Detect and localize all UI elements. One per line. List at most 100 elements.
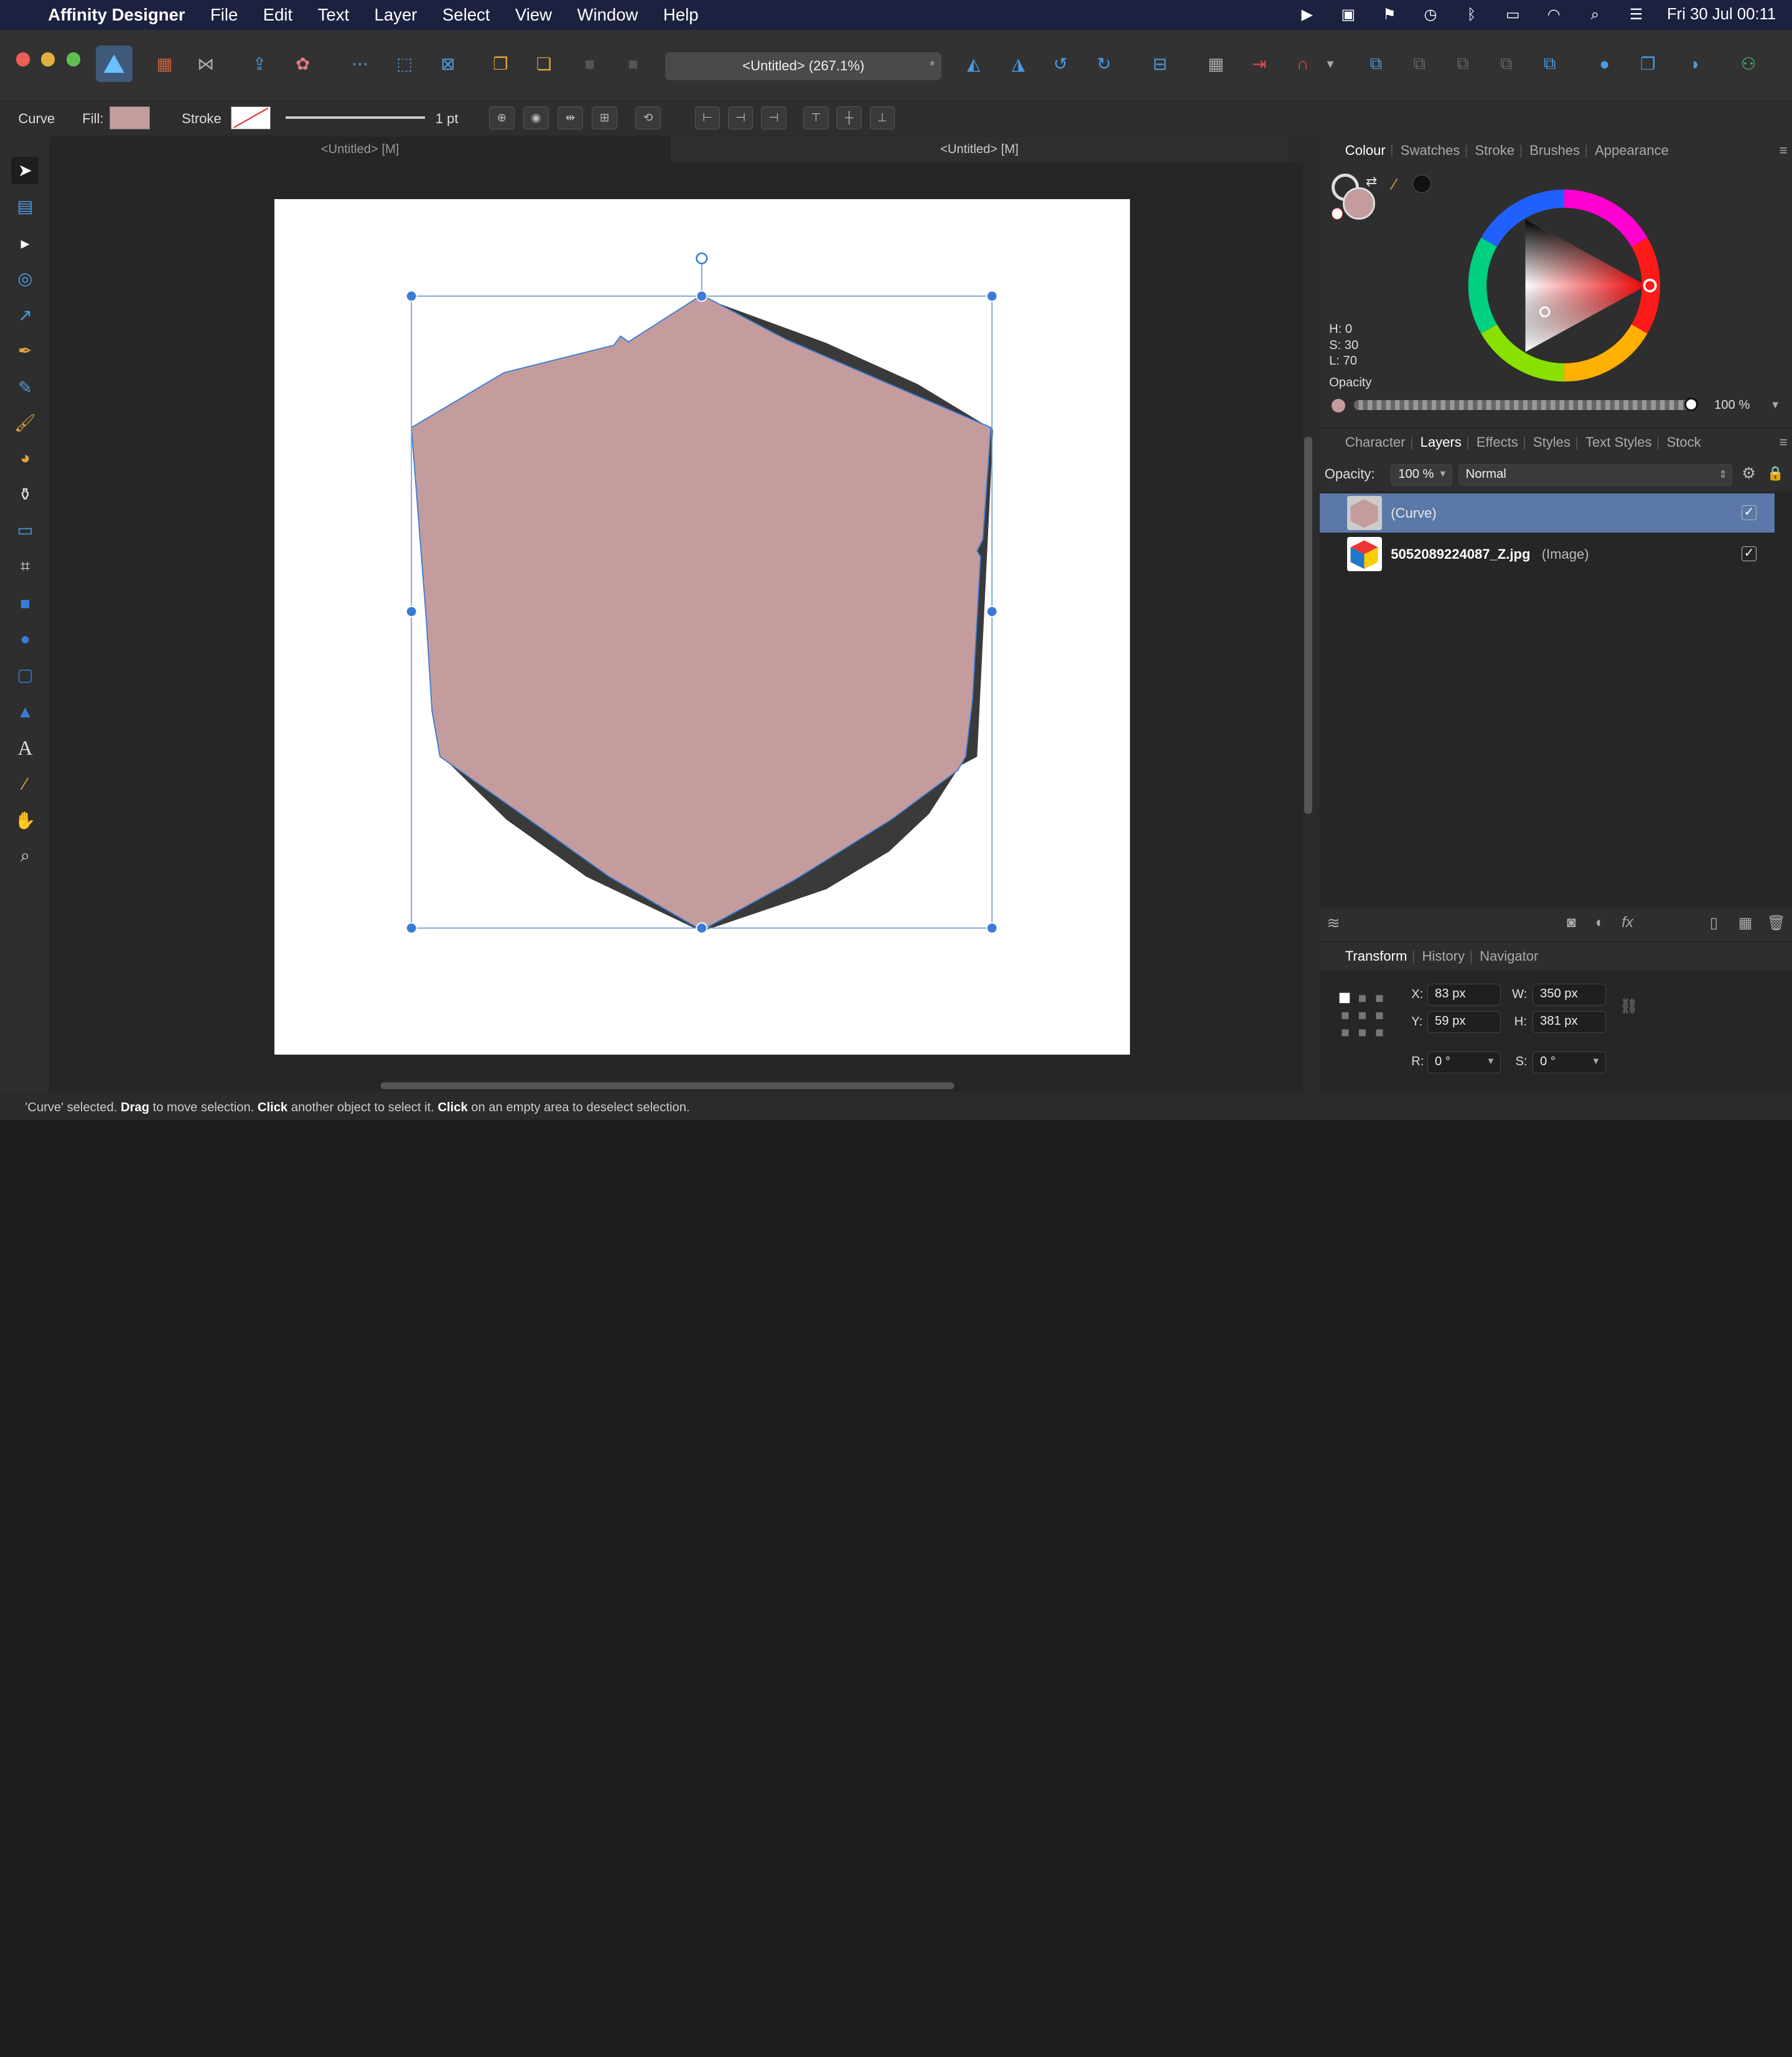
assistant-icon[interactable]: ✿ (287, 48, 319, 80)
swap-colors-icon[interactable]: ⇄ (1366, 174, 1377, 190)
intersect-boolean-icon[interactable]: ⧉ (1447, 48, 1478, 80)
menu-text[interactable]: Text (318, 5, 350, 25)
zoom-tool-icon[interactable]: ⌕ (11, 842, 39, 870)
divide-boolean-icon[interactable]: ⧉ (1534, 48, 1566, 80)
align-bottom-icon[interactable]: ⊥ (869, 106, 895, 129)
zoom-window-button[interactable] (66, 52, 80, 67)
layers-stack-icon[interactable]: ≋ (1327, 914, 1340, 933)
add-boolean-icon[interactable]: ⧉ (1360, 48, 1392, 80)
rectangle-tool-icon[interactable]: ■ (11, 590, 39, 617)
snap-grid-icon[interactable]: ⋯ (344, 48, 376, 80)
share-icon[interactable]: ⇪ (243, 48, 275, 80)
bluetooth-icon[interactable]: ᛒ (1462, 7, 1482, 23)
snapping-dropdown-icon[interactable]: ▼ (1321, 48, 1339, 80)
crop-tool-icon[interactable]: ⌗ (11, 553, 39, 581)
battery-icon[interactable]: ▭ (1503, 7, 1523, 23)
ellipse-tool-icon[interactable]: ● (11, 625, 39, 653)
anchor-point-grid[interactable] (1337, 991, 1388, 1041)
menu-file[interactable]: File (210, 5, 238, 25)
user-icon[interactable]: ⚇ (1732, 48, 1764, 80)
canvas-area[interactable] (49, 162, 1312, 1092)
tab-styles[interactable]: Styles (1533, 434, 1570, 450)
select-all-icon[interactable]: ⬚ (388, 48, 420, 80)
tab-text-styles[interactable]: Text Styles (1585, 434, 1652, 450)
menu-edit[interactable]: Edit (263, 5, 292, 25)
adjustment-icon[interactable]: ◐ (1595, 914, 1604, 931)
flip-vertical-icon[interactable]: ◮ (1002, 48, 1034, 80)
layer-row-image[interactable]: 5052089224087_Z.jpg (Image) ✓ (1320, 535, 1775, 574)
rotate-handle[interactable] (696, 252, 708, 264)
fx-icon[interactable]: fx (1622, 914, 1633, 931)
layer-opacity-field[interactable]: 100 % ▼ (1391, 464, 1453, 486)
panel-menu-icon[interactable]: ≡ (1780, 142, 1788, 159)
hand-tool-icon[interactable]: ✋ (11, 807, 39, 834)
color-picker-tool-icon[interactable]: ⁄ (11, 770, 39, 798)
eyedropper-icon[interactable]: ⁄ (1393, 176, 1396, 194)
menu-help[interactable]: Help (663, 5, 699, 25)
tab-document-2[interactable]: <Untitled> [M] (671, 137, 1288, 162)
pen-tool-icon[interactable]: ✒ (11, 337, 39, 365)
picked-color-circle[interactable] (1412, 175, 1431, 194)
insert-inside-icon[interactable]: ● (1589, 48, 1620, 80)
rotate-left-icon[interactable]: ↺ (1045, 48, 1076, 80)
link-icon[interactable]: ⛓ (1620, 997, 1638, 1015)
x-field[interactable]: 83 px (1427, 984, 1501, 1006)
menu-layer[interactable]: Layer (375, 5, 418, 25)
layer-visibility-checkbox[interactable]: ✓ (1742, 505, 1757, 520)
delete-layer-icon[interactable]: 🗑 (1767, 914, 1786, 932)
pencil-tool-icon[interactable]: ✎ (11, 374, 39, 401)
vertical-scrollbar[interactable] (1304, 436, 1312, 814)
fill-swatch[interactable] (110, 106, 150, 129)
blend-mode-select[interactable]: Normal ⇕ (1458, 464, 1733, 486)
align-middle-icon[interactable]: ┼ (836, 106, 862, 129)
stroke-swatch[interactable] (231, 106, 271, 129)
xor-boolean-icon[interactable]: ⧉ (1490, 48, 1522, 80)
tab-stock[interactable]: Stock (1667, 434, 1701, 450)
pixel-persona-icon[interactable]: ▦ (149, 48, 180, 80)
search-icon[interactable]: ⌕ (1585, 7, 1605, 23)
grid-icon[interactable]: ▦ (1200, 48, 1232, 80)
flag-icon[interactable]: ⚑ (1379, 7, 1399, 23)
screen-icon[interactable]: ▣ (1338, 7, 1358, 23)
menu-select[interactable]: Select (442, 5, 490, 25)
minimize-window-button[interactable] (41, 52, 55, 67)
export-persona-icon[interactable]: ⋈ (190, 48, 222, 80)
fill-tool-icon[interactable]: ◕ (11, 444, 39, 472)
control-center-icon[interactable]: ☰ (1626, 7, 1646, 23)
back-one-icon[interactable]: ■ (617, 48, 649, 80)
no-color-icon[interactable] (1331, 208, 1343, 220)
tab-effects[interactable]: Effects (1477, 434, 1518, 450)
tab-colour[interactable]: Colour (1345, 142, 1386, 159)
colour-wheel[interactable] (1466, 187, 1663, 384)
handle-bottom-right[interactable] (986, 922, 998, 934)
insert-top-icon[interactable]: ◑ (1678, 48, 1709, 80)
scale-icon[interactable]: ⇹ (558, 106, 583, 129)
triangle-tool-icon[interactable]: ▲ (11, 698, 39, 725)
tab-stroke[interactable]: Stroke (1475, 142, 1514, 159)
lock-icon[interactable]: 🔒 (1767, 465, 1784, 482)
show-handles-icon[interactable]: ◉ (523, 106, 549, 129)
transparency-tool-icon[interactable]: ⚱ (11, 481, 39, 508)
contour-tool-icon[interactable]: ◎ (11, 265, 39, 292)
arrange-front-icon[interactable]: ❏ (528, 48, 560, 80)
layer-visibility-checkbox[interactable]: ✓ (1742, 546, 1757, 561)
add-layer-icon[interactable]: ▯ (1710, 914, 1718, 932)
tab-brushes[interactable]: Brushes (1529, 142, 1580, 159)
stroke-width-slider[interactable] (286, 116, 426, 119)
document-close-icon[interactable]: * (930, 52, 935, 80)
timemachine-icon[interactable]: ◷ (1420, 7, 1440, 23)
fill-color-circle[interactable] (1343, 187, 1375, 220)
tab-document-1[interactable]: <Untitled> [M] (49, 137, 671, 162)
rounded-rect-tool-icon[interactable]: ▢ (11, 661, 39, 689)
brush-tool-icon[interactable]: 🖌 (11, 409, 39, 437)
clock[interactable]: Fri 30 Jul 00:11 (1667, 6, 1776, 24)
designer-persona-icon[interactable] (96, 45, 133, 83)
panel-menu-icon[interactable]: ≡ (1780, 434, 1788, 450)
corner-tool-icon[interactable]: ↗ (11, 302, 39, 329)
add-pixel-layer-icon[interactable]: ▦ (1738, 914, 1753, 932)
flip-horizontal-icon[interactable]: ◭ (958, 48, 989, 80)
opacity-value[interactable]: 100 % (1710, 394, 1776, 416)
h-field[interactable]: 381 px (1533, 1011, 1606, 1033)
transform-icon[interactable]: ⊠ (432, 48, 464, 80)
subtract-boolean-icon[interactable]: ⧉ (1403, 48, 1435, 80)
